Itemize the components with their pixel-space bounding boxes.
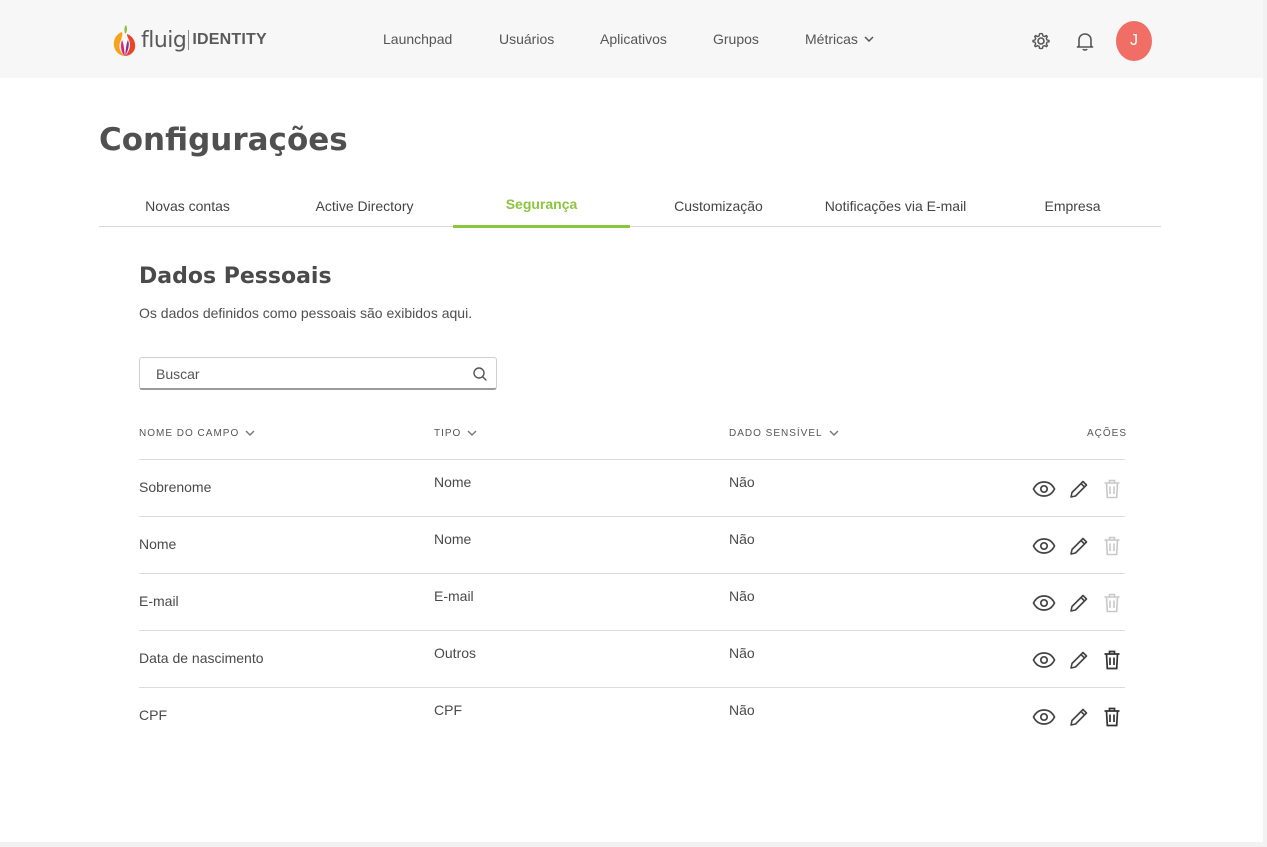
chevron-down-icon	[467, 430, 477, 436]
page-title: Configurações	[99, 122, 348, 158]
search-input[interactable]	[140, 358, 460, 389]
search-box	[139, 357, 497, 390]
tab-notificacoes-email[interactable]: Notificações via E-mail	[807, 182, 984, 227]
pencil-icon[interactable]	[1067, 534, 1091, 558]
pencil-icon[interactable]	[1067, 477, 1091, 501]
bell-icon[interactable]	[1073, 29, 1097, 53]
top-navigation-bar: fluig IDENTITY Launchpad Usuários Aplica…	[0, 0, 1263, 78]
table-row: E-mail E-mail Não	[139, 573, 1125, 630]
search-icon[interactable]	[472, 366, 488, 382]
trash-icon-disabled	[1100, 534, 1124, 558]
cell-field-name: Data de nascimento	[139, 650, 264, 666]
pencil-icon[interactable]	[1067, 705, 1091, 729]
eye-icon[interactable]	[1032, 648, 1056, 672]
tab-customizacao[interactable]: Customização	[630, 182, 807, 227]
cell-sensitive: Não	[729, 645, 755, 661]
column-header-label: TIPO	[434, 428, 462, 439]
cell-type: Nome	[434, 474, 472, 490]
avatar[interactable]: J	[1116, 21, 1152, 61]
column-header-tipo[interactable]: TIPO	[434, 428, 477, 439]
section-description: Os dados definidos como pessoais são exi…	[139, 305, 473, 321]
table-row: Nome Nome Não	[139, 516, 1125, 573]
page-footer-edge	[0, 842, 1267, 847]
cell-field-name: Nome	[139, 536, 177, 552]
cell-sensitive: Não	[729, 702, 755, 718]
cell-sensitive: Não	[729, 531, 755, 547]
trash-icon[interactable]	[1100, 648, 1124, 672]
nav-metricas-label: Métricas	[805, 31, 858, 47]
cell-type: CPF	[434, 702, 462, 718]
nav-usuarios[interactable]: Usuários	[499, 31, 554, 47]
eye-icon[interactable]	[1032, 477, 1056, 501]
tab-empresa[interactable]: Empresa	[984, 182, 1161, 227]
table-row: Data de nascimento Outros Não	[139, 630, 1125, 687]
pencil-icon[interactable]	[1067, 648, 1091, 672]
chevron-down-icon	[829, 430, 839, 436]
page-edge	[1263, 0, 1267, 847]
column-header-dado-sensivel[interactable]: DADO SENSÍVEL	[729, 428, 839, 439]
eye-icon[interactable]	[1032, 705, 1056, 729]
cell-type: Nome	[434, 531, 472, 547]
trash-icon-disabled	[1100, 477, 1124, 501]
table-row: CPF CPF Não	[139, 687, 1125, 744]
chevron-down-icon	[245, 430, 255, 436]
cell-field-name: E-mail	[139, 593, 179, 609]
cell-sensitive: Não	[729, 474, 755, 490]
gear-icon[interactable]	[1029, 29, 1053, 53]
eye-icon[interactable]	[1032, 534, 1056, 558]
nav-launchpad[interactable]: Launchpad	[383, 31, 452, 47]
table-row: Sobrenome Nome Não	[139, 459, 1125, 516]
column-header-nome-do-campo[interactable]: NOME DO CAMPO	[139, 428, 255, 439]
logo-separator	[188, 30, 190, 50]
pencil-icon[interactable]	[1067, 591, 1091, 615]
column-header-label: NOME DO CAMPO	[139, 428, 240, 439]
settings-tabs: Novas contas Active Directory Segurança …	[99, 182, 1161, 228]
logo-text: fluig	[141, 27, 187, 53]
logo-product: IDENTITY	[192, 31, 267, 48]
trash-icon[interactable]	[1100, 705, 1124, 729]
fluig-logo-icon	[113, 25, 136, 56]
cell-sensitive: Não	[729, 588, 755, 604]
cell-field-name: CPF	[139, 707, 167, 723]
column-header-acoes: AÇÕES	[1087, 428, 1128, 439]
section-title: Dados Pessoais	[139, 264, 332, 289]
trash-icon-disabled	[1100, 591, 1124, 615]
fluig-identity-logo[interactable]: fluig IDENTITY	[112, 22, 267, 58]
cell-type: Outros	[434, 645, 477, 661]
tab-novas-contas[interactable]: Novas contas	[99, 182, 276, 227]
nav-aplicativos[interactable]: Aplicativos	[600, 31, 667, 47]
tab-active-directory[interactable]: Active Directory	[276, 182, 453, 227]
nav-metricas[interactable]: Métricas	[805, 31, 874, 47]
cell-type: E-mail	[434, 588, 474, 604]
nav-grupos[interactable]: Grupos	[713, 31, 759, 47]
chevron-down-icon	[864, 36, 874, 42]
tab-seguranca[interactable]: Segurança	[453, 182, 630, 228]
cell-field-name: Sobrenome	[139, 479, 212, 495]
column-header-label: DADO SENSÍVEL	[729, 428, 823, 439]
eye-icon[interactable]	[1032, 591, 1056, 615]
